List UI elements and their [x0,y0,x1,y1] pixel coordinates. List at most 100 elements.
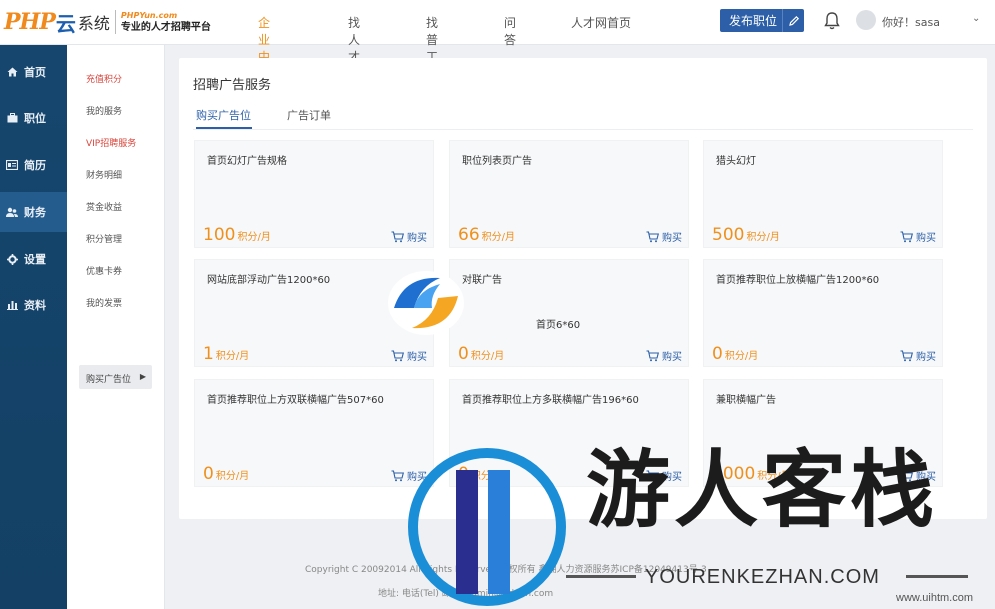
submenu-points-management[interactable]: 积分管理 [86,232,122,245]
buy-label: 购买 [662,233,682,244]
buy-label: 购买 [407,233,427,244]
sidebar-item-label: 职位 [24,112,46,125]
buy-button[interactable]: 购买 [391,348,427,363]
ad-card-price: 0积分/月 [458,344,504,364]
floating-label: 首页6*60 [536,320,581,331]
price-value: 500 [712,225,745,245]
active-tab-indicator [196,127,252,129]
sidebar-item-label: 设置 [24,253,46,266]
cart-icon [900,349,913,361]
site-logo[interactable]: PHP 云 系统 PHPYun.com 专业的人才招聘平台 [4,6,211,38]
price-unit: 积分/月 [215,351,250,362]
submenu-reward-income[interactable]: 赏金收益 [86,200,122,213]
nav-talent-home[interactable]: 人才网首页 [571,14,631,31]
bar-chart-icon [6,299,18,311]
ad-card-title: 职位列表页广告 [462,156,532,167]
watermark-chinese-text: 游人客栈 [586,440,939,539]
price-value: 0 [712,344,723,364]
submenu-recharge-points[interactable]: 充值积分 [86,72,122,85]
price-value: 0 [458,344,469,364]
ad-card: 对联广告 0 积分/月 购买 [449,259,689,367]
logo-domain: PHPYun.com [120,11,178,20]
publish-job-label: 发布职位 [729,14,778,28]
nav-qa[interactable]: 问答 [504,14,516,48]
price-value: 66 [458,225,480,245]
submenu-my-invoices[interactable]: 我的发票 [86,296,122,309]
chevron-down-icon[interactable]: ⌄ [972,13,980,24]
user-greeting[interactable]: 你好！sasa [882,14,940,30]
submenu-coupons[interactable]: 优惠卡券 [86,264,122,277]
caret-right-icon: ▶ [139,372,146,381]
ad-card-price: 66 积分/月 [458,225,515,245]
id-card-icon [6,159,18,171]
ad-card-title: 对联广告 [462,275,502,286]
sidebar-item-home[interactable]: 首页 [0,52,67,92]
watermark-english-text: YOURENKEZHAN.COM [645,566,880,588]
ad-card-price: 0积分/月 [203,464,249,484]
bell-icon[interactable] [823,11,841,31]
sidebar-item-resumes[interactable]: 简历 [0,145,67,185]
price-value: 0 [203,464,214,484]
submenu-my-services[interactable]: 我的服务 [86,104,122,117]
price-unit: 积分/月 [724,351,759,362]
buy-button[interactable]: 购买 [900,229,936,244]
sidebar-item-label: 简历 [24,159,46,172]
ad-card: 首页推荐职位上放横幅广告1200*60 0 积分/月 购买 [703,259,943,367]
submenu-buy-ad-slot[interactable]: 购买广告位 ▶ [79,365,152,389]
ad-card: 猎头幻灯 500 积分/月 购买 [703,140,943,248]
price-unit: 积分/月 [215,471,250,482]
swirl-logo-watermark [388,271,464,335]
ad-card: 首页幻灯广告规格 100 积分/月 购买 [194,140,434,248]
top-bar: PHP 云 系统 PHPYun.com 专业的人才招聘平台 企业中心 找人才 找… [0,0,995,81]
tab-ad-orders[interactable]: 广告订单 [287,107,331,123]
ad-card-price: 1 积分/月 [203,344,249,364]
tabs-divider [193,129,973,130]
home-icon [6,66,18,78]
briefcase-icon [6,112,18,124]
tab-buy-ad-slot[interactable]: 购买广告位 [196,107,251,123]
ad-card-price: 500 积分/月 [712,225,780,245]
ad-card: 职位列表页广告 66 积分/月 购买 [449,140,689,248]
ad-card: 首页推荐职位上方双联横幅广告507*60 0 积分/月 购买 [194,379,434,487]
users-icon [6,206,18,218]
cart-icon [391,469,404,481]
avatar[interactable] [856,10,876,30]
buy-button[interactable]: 购买 [391,229,427,244]
submenu-vip-service[interactable]: VIP招聘服务 [86,136,136,149]
watermark-rule-left [566,575,636,578]
finance-submenu: 充值积分 我的服务 VIP招聘服务 财务明细 赏金收益 积分管理 优惠卡券 我的… [67,45,165,609]
sidebar-item-label: 资料 [24,299,46,312]
ad-card-title: 首页推荐职位上方双联横幅广告507*60 [207,395,384,406]
sidebar-item-finance[interactable]: 财务 [0,192,67,232]
sidebar-item-label: 财务 [24,206,46,219]
cart-icon [646,230,659,242]
buy-button[interactable]: 购买 [646,229,682,244]
sidebar-item-jobs[interactable]: 职位 [0,98,67,138]
logo-tagline: 专业的人才招聘平台 [120,22,211,33]
submenu-buy-ad-slot-label: 购买广告位 [86,375,132,385]
ad-card-title: 首页推荐职位上放横幅广告1200*60 [716,275,880,286]
sidebar-item-profile[interactable]: 资料 [0,285,67,325]
cart-icon [391,349,404,361]
price-unit: 积分/月 [746,232,780,243]
ad-card-title: 网站底部浮动广告1200*60 [207,275,331,286]
price-value: 1 [203,344,214,364]
submenu-finance-details[interactable]: 财务明细 [86,168,122,181]
buy-label: 购买 [662,352,682,363]
price-value: 100 [203,225,236,245]
buy-button[interactable]: 购买 [900,348,936,363]
price-unit: 积分/月 [470,351,505,362]
buy-button[interactable]: 购买 [646,348,682,363]
buy-label: 购买 [916,352,936,363]
logo-divider [114,10,116,34]
logo-cloud-text: 云 [55,11,76,36]
sidebar-item-settings[interactable]: 设置 [0,239,67,279]
publish-job-button[interactable]: 发布职位 [720,9,804,32]
watermark-logo [408,448,566,606]
ad-card-title: 兼职横幅广告 [716,395,776,406]
logo-subtitle: PHPYun.com 专业的人才招聘平台 [121,10,211,34]
ad-card-title: 猎头幻灯 [716,156,756,167]
ad-card-price: 100 积分/月 [203,225,271,245]
watermark-rule-right [906,575,968,578]
sidebar-item-label: 首页 [24,66,46,79]
